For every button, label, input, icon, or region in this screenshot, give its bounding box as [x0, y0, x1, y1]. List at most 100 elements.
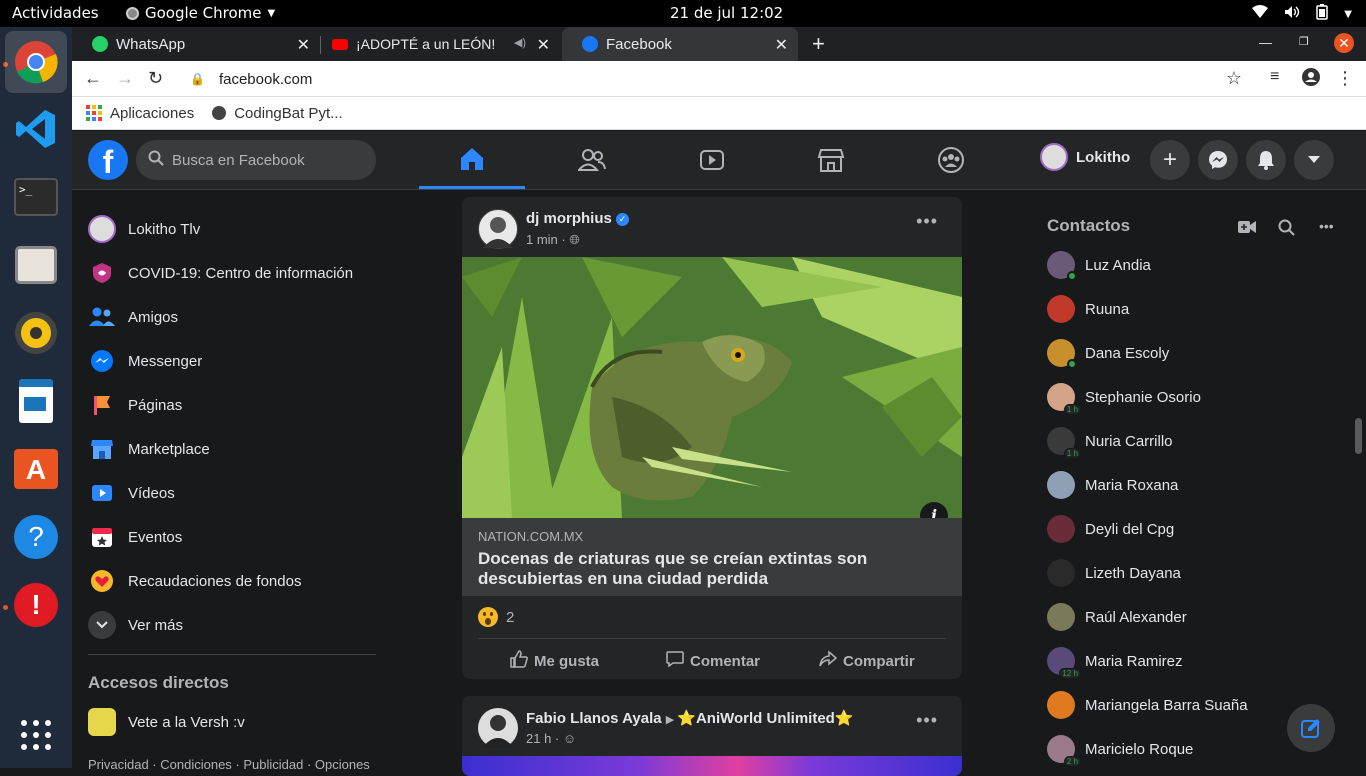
- sidebar-item-profile[interactable]: Lokitho Tlv: [88, 215, 200, 243]
- system-tray[interactable]: ▼: [1252, 4, 1352, 24]
- sidebar-item-see-more[interactable]: Ver más: [88, 611, 183, 639]
- post-image[interactable]: [462, 257, 962, 518]
- avatar[interactable]: [478, 708, 518, 748]
- app-menu[interactable]: Google Chrome ▼: [126, 4, 275, 22]
- forward-icon[interactable]: →: [116, 68, 134, 89]
- profile-icon[interactable]: [1302, 68, 1320, 91]
- contact-item[interactable]: Ruuna: [1047, 295, 1129, 323]
- maximize-button[interactable]: ❐: [1299, 35, 1309, 48]
- author-name[interactable]: Fabio Llanos Ayala: [526, 710, 662, 727]
- sidebar-item-fundraisers[interactable]: Recaudaciones de fondos: [88, 567, 301, 595]
- share-button[interactable]: Compartir: [819, 650, 915, 672]
- dock-terminal[interactable]: >_: [12, 173, 60, 221]
- contact-item[interactable]: 12 h Maria Ramirez: [1047, 647, 1183, 679]
- link-preview[interactable]: NATION.COM.MX Docenas de criaturas que s…: [462, 518, 962, 596]
- nav-marketplace[interactable]: [778, 131, 884, 189]
- nav-watch[interactable]: [659, 131, 765, 189]
- author-name[interactable]: dj morphius: [526, 210, 612, 227]
- post-time[interactable]: 1 min: [526, 232, 558, 247]
- chevron-down-icon: [88, 611, 116, 639]
- facebook-search[interactable]: [136, 140, 376, 180]
- close-tab-icon[interactable]: ✕: [297, 35, 310, 55]
- dock-writer[interactable]: [12, 377, 60, 425]
- new-tab-button[interactable]: +: [812, 31, 825, 57]
- close-tab-icon[interactable]: ✕: [775, 35, 788, 55]
- search-input[interactable]: [172, 151, 362, 169]
- watch-icon: [700, 150, 724, 170]
- contact-item[interactable]: Lizeth Dayana: [1047, 559, 1181, 587]
- post-options-icon[interactable]: •••: [916, 710, 938, 731]
- url-input[interactable]: [218, 70, 1119, 88]
- post-options-icon[interactable]: •••: [916, 211, 938, 232]
- account-menu-button[interactable]: [1294, 140, 1334, 180]
- contact-item[interactable]: Dana Escoly: [1047, 339, 1169, 369]
- close-tab-icon[interactable]: ✕: [537, 35, 550, 55]
- bookmark-star-icon[interactable]: ☆: [1226, 68, 1242, 89]
- contact-item[interactable]: 2 h Maricielo Roque: [1047, 735, 1193, 767]
- avatar[interactable]: [478, 209, 518, 249]
- profile-chip[interactable]: Lokitho: [1040, 143, 1130, 171]
- dock-updater[interactable]: !: [12, 581, 60, 629]
- video-call-icon[interactable]: [1238, 220, 1256, 239]
- contact-item[interactable]: Luz Andia: [1047, 251, 1151, 281]
- contact-item[interactable]: Raúl Alexander: [1047, 603, 1187, 631]
- notifications-button[interactable]: [1246, 140, 1286, 180]
- post-author[interactable]: dj morphius ✓: [526, 210, 630, 227]
- group-name[interactable]: ⭐AniWorld Unlimited⭐: [677, 710, 853, 727]
- reload-icon[interactable]: ↻: [148, 68, 163, 89]
- dock-help[interactable]: ?: [12, 513, 60, 561]
- contact-item[interactable]: Mariangela Barra Suaña: [1047, 691, 1248, 719]
- dock-rhythmbox[interactable]: [12, 309, 60, 357]
- footer-links[interactable]: Privacidad · Condiciones · Publicidad · …: [88, 757, 370, 772]
- sidebar-item-covid[interactable]: COVID-19: Centro de información: [88, 259, 353, 287]
- new-message-button[interactable]: [1287, 704, 1335, 752]
- media-control-icon[interactable]: ≡: [1270, 68, 1279, 86]
- audio-playing-icon[interactable]: ◀): [514, 36, 526, 49]
- sidebar-item-marketplace[interactable]: Marketplace: [88, 435, 210, 463]
- contact-item[interactable]: 1 h Stephanie Osorio: [1047, 383, 1201, 415]
- sidebar-item-videos[interactable]: Vídeos: [88, 479, 175, 507]
- sidebar-item-messenger[interactable]: Messenger: [88, 347, 202, 375]
- dock-vscode[interactable]: [12, 105, 60, 153]
- show-apps-button[interactable]: [12, 711, 60, 759]
- tab-youtube[interactable]: ¡ADOPTÉ a un LEÓN! ◀) ✕: [312, 27, 560, 61]
- contact-item[interactable]: 1 h Nuria Carrillo: [1047, 427, 1173, 459]
- post-image[interactable]: [462, 756, 962, 776]
- like-button[interactable]: Me gusta: [510, 650, 599, 672]
- address-bar[interactable]: 🔒 ☆: [180, 65, 1260, 93]
- tab-facebook[interactable]: Facebook ✕: [562, 27, 798, 61]
- messenger-button[interactable]: [1198, 140, 1238, 180]
- left-sidebar: Lokitho Tlv COVID-19: Centro de informac…: [72, 190, 392, 772]
- reactions-summary[interactable]: 2: [478, 607, 514, 627]
- search-icon[interactable]: [1278, 219, 1295, 241]
- sidebar-item-friends[interactable]: Amigos: [88, 303, 178, 331]
- shortcut-item[interactable]: Vete a la Versh :v: [88, 708, 245, 736]
- contact-item[interactable]: Deyli del Cpg: [1047, 515, 1174, 543]
- nav-home[interactable]: [419, 131, 525, 189]
- minimize-button[interactable]: —: [1259, 35, 1272, 50]
- contacts-options-icon[interactable]: •••: [1319, 218, 1334, 234]
- scrollbar-thumb[interactable]: [1355, 418, 1362, 454]
- tab-whatsapp[interactable]: WhatsApp ✕: [72, 27, 320, 61]
- dock-files[interactable]: [12, 241, 60, 289]
- clock[interactable]: 21 de jul 12:02: [670, 4, 783, 22]
- comment-button[interactable]: Comentar: [666, 650, 760, 672]
- dock-chrome[interactable]: [5, 31, 67, 93]
- lock-icon[interactable]: 🔒: [190, 72, 205, 86]
- activities-button[interactable]: Actividades: [12, 4, 99, 22]
- close-window-button[interactable]: ✕: [1334, 33, 1354, 53]
- contact-item[interactable]: Maria Roxana: [1047, 471, 1178, 499]
- back-icon[interactable]: ←: [84, 68, 102, 89]
- chrome-menu-icon[interactable]: ⋮: [1336, 68, 1354, 89]
- create-button[interactable]: +: [1150, 140, 1190, 180]
- nav-friends[interactable]: [539, 131, 645, 189]
- bookmark-apps[interactable]: Aplicaciones: [86, 105, 194, 122]
- nav-groups[interactable]: [898, 131, 1004, 189]
- bookmark-codingbat[interactable]: CodingBat Pyt...: [212, 105, 343, 122]
- post-time[interactable]: 21 h: [526, 731, 551, 746]
- sidebar-item-pages[interactable]: Páginas: [88, 391, 182, 419]
- dock-software[interactable]: A: [12, 445, 60, 493]
- caret-down-icon: ▼: [267, 7, 276, 19]
- sidebar-item-events[interactable]: Eventos: [88, 523, 182, 551]
- facebook-logo[interactable]: f: [88, 140, 128, 180]
